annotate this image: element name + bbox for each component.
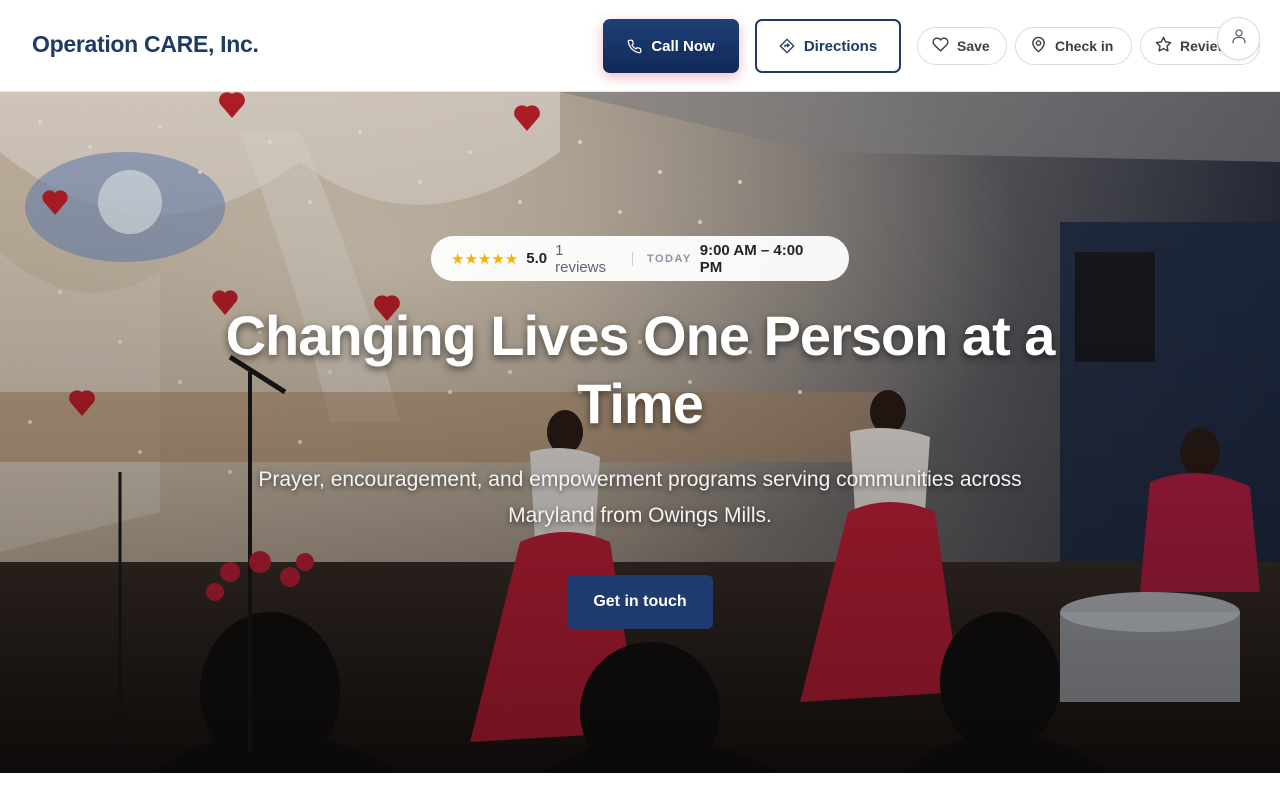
top-header: Operation CARE, Inc. Call Now Directions… (0, 0, 1280, 92)
rating-score: 5.0 (526, 250, 548, 267)
call-now-button[interactable]: Call Now (603, 19, 739, 73)
phone-icon (627, 39, 642, 54)
save-label: Save (957, 38, 990, 54)
today-label: TODAY (646, 252, 692, 265)
hero-headline: Changing Lives One Person at a Time (225, 304, 1056, 435)
star-icon (1155, 36, 1172, 56)
call-now-label: Call Now (651, 37, 715, 55)
save-button[interactable]: Save (917, 27, 1007, 65)
hero-section: ★★★★★ 5.0 1 reviews TODAY 9:00 AM – 4:00… (0, 92, 1280, 773)
rating-stars: ★★★★★ (451, 250, 519, 268)
directions-icon (779, 38, 795, 54)
user-icon (1230, 27, 1248, 50)
review-count[interactable]: 1 reviews (555, 242, 618, 276)
account-button[interactable] (1217, 17, 1260, 60)
heart-icon (932, 36, 949, 56)
hero-subheadline: Prayer, encouragement, and empowerment p… (258, 468, 1022, 527)
map-pin-icon (1030, 36, 1047, 56)
brand-name[interactable]: Operation CARE, Inc. (32, 31, 259, 58)
check-in-label: Check in (1055, 38, 1114, 54)
rating-hours-badge: ★★★★★ 5.0 1 reviews TODAY 9:00 AM – 4:00… (431, 236, 849, 281)
check-in-button[interactable]: Check in (1015, 27, 1132, 65)
directions-label: Directions (803, 37, 878, 55)
get-in-touch-button[interactable]: Get in touch (567, 575, 713, 629)
opening-hours: 9:00 AM – 4:00 PM (699, 241, 804, 276)
divider (631, 251, 633, 266)
directions-button[interactable]: Directions (755, 19, 901, 73)
